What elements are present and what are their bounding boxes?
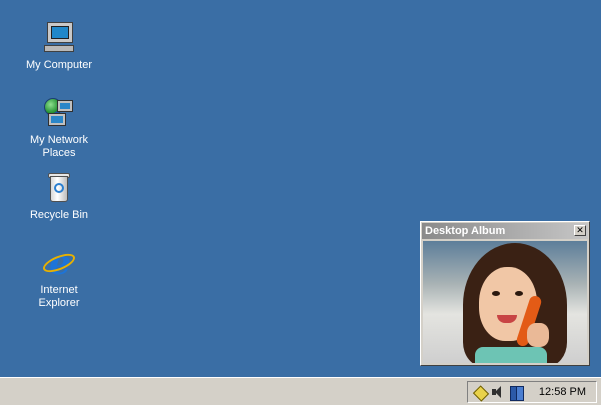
desktop-icon-label: Recycle Bin — [29, 209, 89, 221]
network-places-icon — [42, 96, 76, 130]
close-icon: ✕ — [576, 225, 584, 235]
desktop-icon-internet-explorer[interactable]: e Internet Explorer — [19, 246, 99, 310]
desktop-icon-my-computer[interactable]: My Computer — [19, 21, 99, 72]
desktop: My Computer My Network Places Recycle Bi… — [0, 0, 601, 377]
album-title-bar[interactable]: Desktop Album ✕ — [422, 223, 588, 239]
recycle-bin-icon — [42, 171, 76, 205]
desktop-icon-label: My Network Places — [29, 134, 89, 159]
desktop-icon-label: My Computer — [25, 59, 93, 71]
album-title: Desktop Album — [425, 225, 506, 237]
volume-tray-icon[interactable] — [490, 385, 506, 400]
desktop-album-widget[interactable]: Desktop Album ✕ — [420, 221, 590, 366]
internet-explorer-icon: e — [40, 246, 78, 280]
desktop-icon-recycle-bin[interactable]: Recycle Bin — [19, 171, 99, 222]
taskbar-clock[interactable]: 12:58 PM — [539, 386, 586, 398]
book-tray-icon[interactable] — [508, 385, 524, 401]
taskbar: 12:58 PM — [0, 377, 601, 405]
desktop-icon-my-network-places[interactable]: My Network Places — [19, 96, 99, 160]
album-photo[interactable] — [423, 241, 587, 363]
desktop-icon-label: Internet Explorer — [38, 284, 80, 309]
system-tray: 12:58 PM — [467, 381, 597, 403]
my-computer-icon — [42, 21, 76, 55]
album-close-button[interactable]: ✕ — [574, 225, 586, 236]
network-tray-icon[interactable] — [473, 385, 489, 400]
